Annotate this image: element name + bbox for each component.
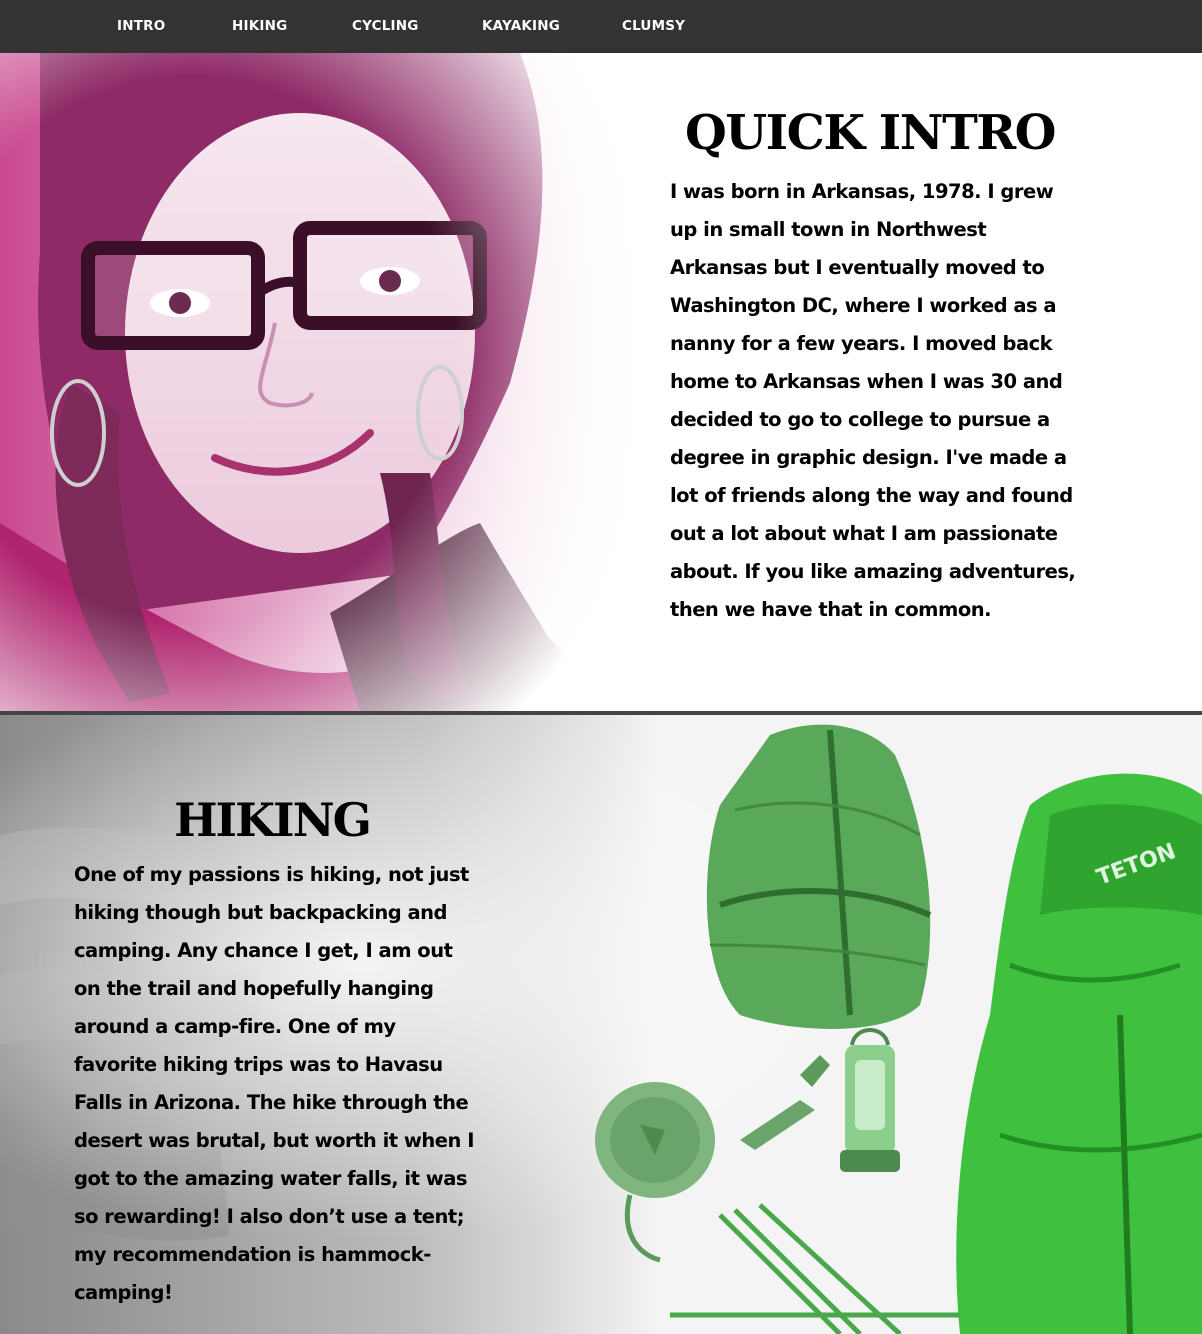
- intro-heading: QUICK INTRO: [684, 105, 1057, 161]
- nav-link-clumsy[interactable]: CLUMSY: [622, 18, 685, 34]
- nav-link-cycling[interactable]: CYCLING: [352, 18, 419, 34]
- intro-section: QUICK INTRO I was born in Arkansas, 1978…: [0, 53, 1202, 711]
- intro-paragraph: I was born in Arkansas, 1978. I grew up …: [670, 180, 1076, 621]
- nav-link-intro[interactable]: INTRO: [117, 18, 165, 34]
- nav-link-kayaking[interactable]: KAYAKING: [482, 18, 560, 34]
- portrait-photo: [0, 53, 640, 711]
- lantern-icon: [840, 1028, 900, 1172]
- hiking-section: TETON HIKING One of my passions is hikin…: [0, 715, 1202, 1334]
- top-nav: INTRO HIKING CYCLING KAYAKING CLUMSY: [0, 0, 1202, 53]
- hiking-paragraph: One of my passions is hiking, not just h…: [74, 863, 474, 1304]
- nav-link-hiking[interactable]: HIKING: [232, 18, 287, 34]
- hiking-heading: HIKING: [174, 793, 372, 847]
